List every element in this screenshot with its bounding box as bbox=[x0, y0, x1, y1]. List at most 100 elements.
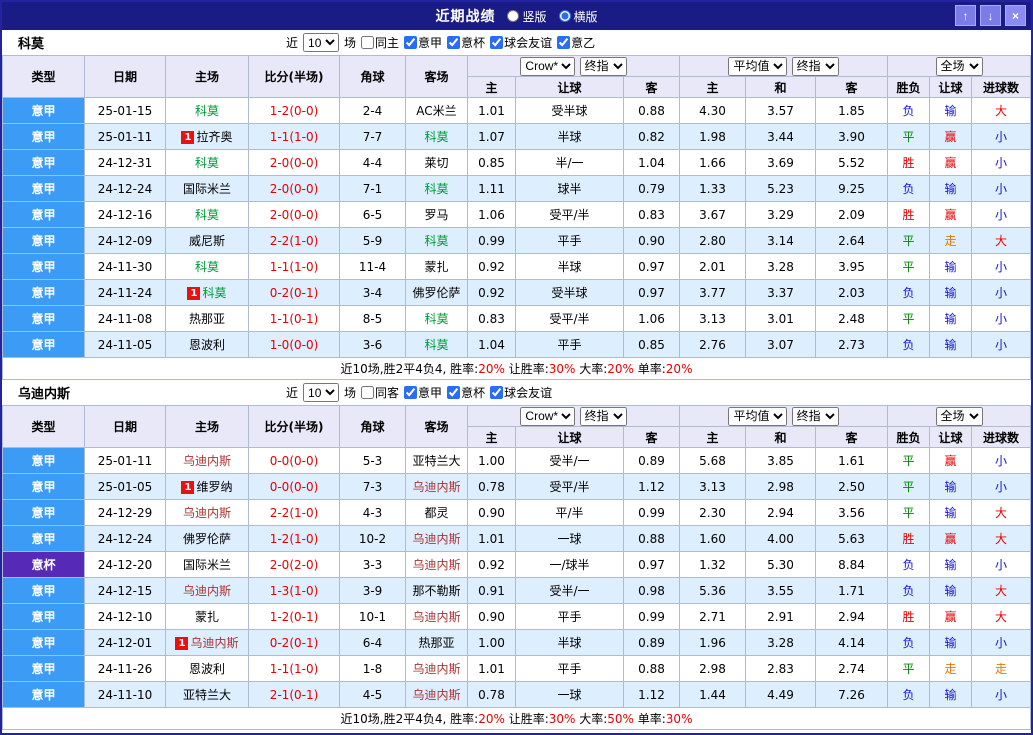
odds-time-select-1[interactable]: 终指 bbox=[579, 406, 627, 426]
league-type-cell: 意甲 bbox=[2, 447, 85, 474]
result-handicap-cell: 赢 bbox=[929, 525, 973, 552]
score-cell: 1-1(1-0) bbox=[248, 655, 340, 682]
score-cell: 2-0(0-0) bbox=[248, 149, 340, 176]
checkbox-同客[interactable] bbox=[361, 386, 375, 399]
checkbox-意乙[interactable] bbox=[557, 36, 571, 49]
result-handicap-cell: 输 bbox=[929, 97, 973, 124]
stats-segment: 近10场,胜2平4负4, bbox=[340, 712, 451, 726]
match-row: 意甲 24-12-10 蒙扎 1-2(0-1) 10-1 乌迪内斯 0.90 平手 0.99 2.… bbox=[2, 603, 1031, 630]
avg-away-cell: 3.56 bbox=[815, 499, 889, 526]
match-date-cell: 25-01-05 bbox=[84, 473, 166, 500]
avg-home-cell: 4.30 bbox=[679, 97, 747, 124]
odds-handicap-cell: 一/球半 bbox=[515, 551, 624, 578]
odds-away-cell: 0.90 bbox=[622, 227, 681, 254]
match-row: 意甲 24-12-09 威尼斯 2-2(1-0) 5-9 科莫 0.99 平手 0.90 2.80… bbox=[2, 227, 1031, 254]
team-name-text: 维罗纳 bbox=[196, 480, 233, 494]
away-team-cell: 佛罗伦萨 bbox=[405, 279, 468, 306]
score-cell: 1-2(0-0) bbox=[248, 97, 340, 124]
stats-segment: 单率: bbox=[633, 362, 666, 376]
team-name-text: 科莫 bbox=[424, 338, 449, 352]
score-cell: 2-0(0-0) bbox=[248, 201, 340, 228]
checkbox-意杯[interactable] bbox=[447, 36, 461, 49]
league-type-cell: 意甲 bbox=[2, 603, 85, 630]
odds-time-select-2[interactable]: 终指 bbox=[791, 56, 839, 76]
avg-away-cell: 3.95 bbox=[815, 253, 889, 280]
col-header-date: 日期 bbox=[84, 405, 166, 448]
odds-handicap-cell: 半/一 bbox=[515, 149, 624, 176]
odds-source-header: Crow* 终指 bbox=[466, 405, 681, 427]
col-header-away: 客场 bbox=[405, 55, 468, 98]
home-team-cell: 蒙扎 bbox=[165, 603, 249, 630]
team-name-text: 威尼斯 bbox=[188, 234, 225, 248]
avg-away-cell: 5.63 bbox=[815, 525, 889, 552]
filter-controls: 近 10 场 同客 意甲 意杯 球会友谊 bbox=[286, 383, 552, 402]
team-name-text: 乌迪内斯 bbox=[182, 506, 231, 520]
match-date-cell: 24-12-20 bbox=[84, 551, 166, 578]
col-header-type: 类型 bbox=[2, 405, 85, 448]
league-type-cell: 意甲 bbox=[2, 629, 85, 656]
layout-option-horizontal: 横版 bbox=[558, 8, 598, 25]
odds-away-cell: 0.88 bbox=[622, 655, 681, 682]
recent-results-panel: 近期战绩 竖版 横版 ↑ ↓ × 科莫 近 10 场 同主 意甲 意杯 球会友谊 意乙 bbox=[0, 0, 1033, 735]
col-subheader: 让球 bbox=[515, 76, 624, 98]
checkbox-球会友谊[interactable] bbox=[490, 36, 504, 49]
avg-home-cell: 1.66 bbox=[679, 149, 747, 176]
odds-handicap-cell: 受平/半 bbox=[515, 201, 624, 228]
odds-time-select-1[interactable]: 终指 bbox=[579, 56, 627, 76]
col-subheader: 主 bbox=[679, 426, 747, 448]
stats-footer-row: 近10场,胜2平4负4, 胜率:20% 让胜率:30% 大率:50% 单率:30… bbox=[2, 707, 1031, 730]
result-handicap-cell: 输 bbox=[929, 629, 973, 656]
checkbox-意甲[interactable] bbox=[404, 36, 418, 49]
result-handicap-cell: 输 bbox=[929, 305, 973, 332]
result-handicap-cell: 赢 bbox=[929, 149, 973, 176]
match-count-select[interactable]: 10 bbox=[303, 383, 340, 402]
result-outcome-cell: 胜 bbox=[887, 603, 931, 630]
horizontal-layout-radio[interactable] bbox=[558, 10, 571, 22]
checkbox-同主[interactable] bbox=[361, 36, 375, 49]
scroll-up-button[interactable]: ↑ bbox=[955, 5, 976, 26]
col-subheader: 客 bbox=[622, 426, 681, 448]
away-team-cell: 科莫 bbox=[405, 305, 468, 332]
odds-source-select[interactable]: Crow* bbox=[520, 406, 576, 426]
odds-time-select-2[interactable]: 终指 bbox=[791, 406, 839, 426]
red-card-badge: 1 bbox=[175, 637, 189, 650]
match-row: 意甲 24-11-26 恩波利 1-1(1-0) 1-8 乌迪内斯 1.01 平手 0.88 2.… bbox=[2, 655, 1031, 682]
vertical-layout-radio[interactable] bbox=[507, 10, 520, 22]
odds-home-cell: 0.92 bbox=[467, 551, 516, 578]
odds-handicap-cell: 半球 bbox=[515, 123, 624, 150]
result-goals-cell: 大 bbox=[971, 525, 1031, 552]
avg-draw-cell: 3.14 bbox=[745, 227, 817, 254]
odds-home-cell: 0.90 bbox=[467, 603, 516, 630]
result-outcome-cell: 平 bbox=[887, 447, 931, 474]
red-card-badge: 1 bbox=[181, 131, 195, 144]
avg-source-select[interactable]: 平均值 bbox=[728, 406, 788, 426]
checkbox-label: 球会友谊 bbox=[504, 386, 553, 400]
scope-select[interactable]: 全场 bbox=[935, 406, 983, 426]
checkbox-球会友谊[interactable] bbox=[490, 386, 504, 399]
league-type-cell: 意甲 bbox=[2, 149, 85, 176]
corner-cell: 11-4 bbox=[339, 253, 406, 280]
scroll-down-button[interactable]: ↓ bbox=[980, 5, 1001, 26]
checkbox-意甲[interactable] bbox=[404, 386, 418, 399]
match-row: 意甲 24-12-31 科莫 2-0(0-0) 4-4 莱切 0.85 半/一 1.04 1.66… bbox=[2, 149, 1031, 176]
avg-home-cell: 5.68 bbox=[679, 447, 747, 474]
corner-cell: 3-3 bbox=[339, 551, 406, 578]
odds-away-cell: 0.99 bbox=[622, 603, 681, 630]
result-outcome-cell: 平 bbox=[887, 227, 931, 254]
odds-source-select[interactable]: Crow* bbox=[520, 56, 576, 76]
avg-draw-cell: 3.28 bbox=[745, 629, 817, 656]
match-date-cell: 24-11-26 bbox=[84, 655, 166, 682]
score-cell: 1-3(1-0) bbox=[248, 577, 340, 604]
result-goals-cell: 小 bbox=[971, 681, 1031, 708]
result-outcome-cell: 平 bbox=[887, 499, 931, 526]
checkbox-意杯[interactable] bbox=[447, 386, 461, 399]
avg-source-select[interactable]: 平均值 bbox=[728, 56, 788, 76]
avg-home-cell: 1.96 bbox=[679, 629, 747, 656]
up-arrow-icon: ↑ bbox=[962, 8, 969, 23]
filter-checkbox-球会友谊: 球会友谊 bbox=[490, 384, 552, 401]
close-button[interactable]: × bbox=[1005, 5, 1026, 26]
scope-select[interactable]: 全场 bbox=[935, 56, 983, 76]
match-count-select[interactable]: 10 bbox=[303, 33, 340, 52]
near-label: 近 bbox=[286, 386, 299, 400]
result-goals-cell: 小 bbox=[971, 473, 1031, 500]
